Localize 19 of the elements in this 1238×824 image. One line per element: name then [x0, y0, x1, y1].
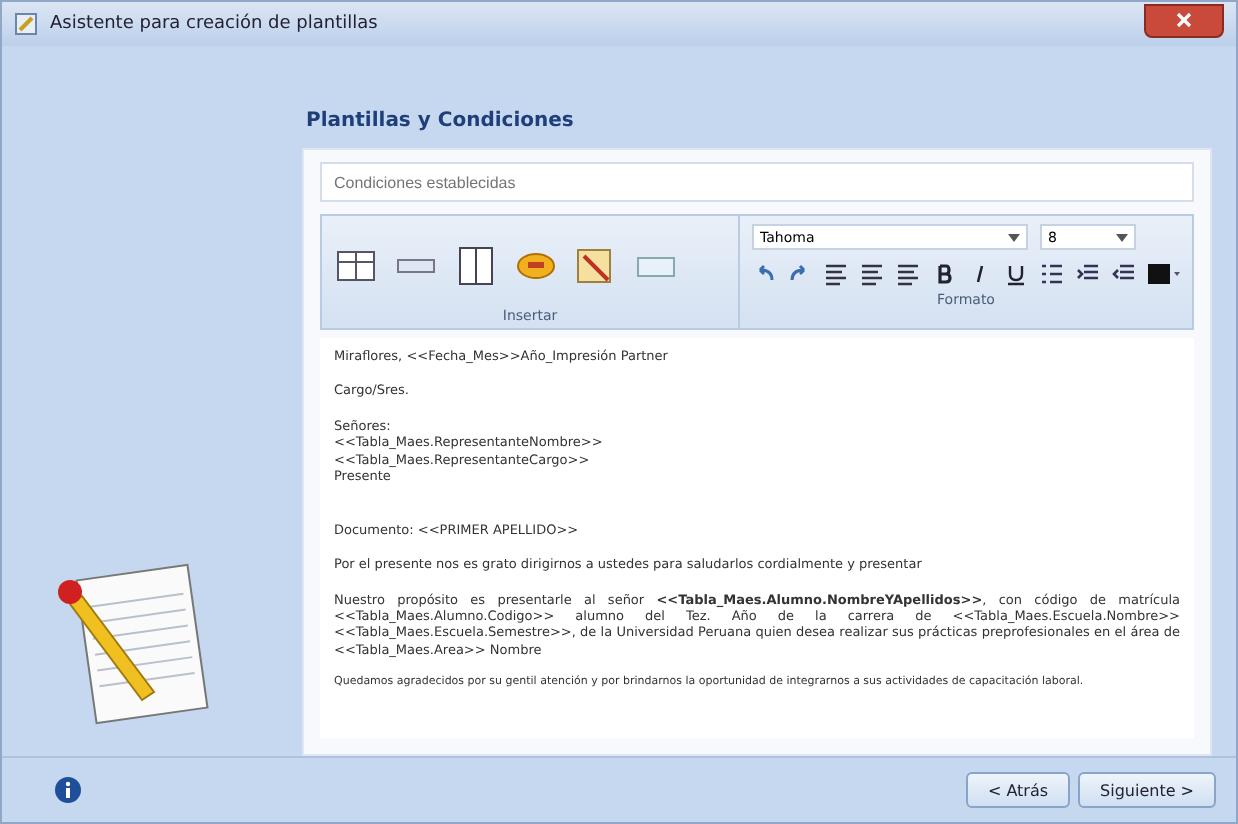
page-icon[interactable] — [454, 244, 498, 288]
color-swatch-icon[interactable] — [1148, 262, 1180, 286]
close-icon — [1176, 12, 1192, 28]
caret-icon — [1008, 233, 1020, 241]
app-icon — [14, 12, 38, 36]
wizard-button[interactable]: < Atrás — [965, 772, 1071, 808]
align-icon[interactable] — [824, 262, 848, 286]
underline-icon[interactable] — [1004, 262, 1028, 286]
close-button[interactable] — [1144, 3, 1224, 37]
bold-icon[interactable] — [932, 262, 956, 286]
window-title: Asistente para creación de plantillas — [50, 14, 378, 34]
list-icon[interactable] — [1040, 262, 1064, 286]
align-icon[interactable] — [896, 262, 920, 286]
conditions-field[interactable]: Condiciones establecidas — [320, 162, 1194, 202]
caret-icon — [1116, 233, 1128, 241]
help-icon[interactable] — [54, 776, 82, 804]
section-heading: Plantillas y Condiciones — [306, 110, 576, 132]
wizard-button[interactable]: Siguiente > — [1078, 772, 1216, 808]
align-icon[interactable] — [860, 262, 884, 286]
